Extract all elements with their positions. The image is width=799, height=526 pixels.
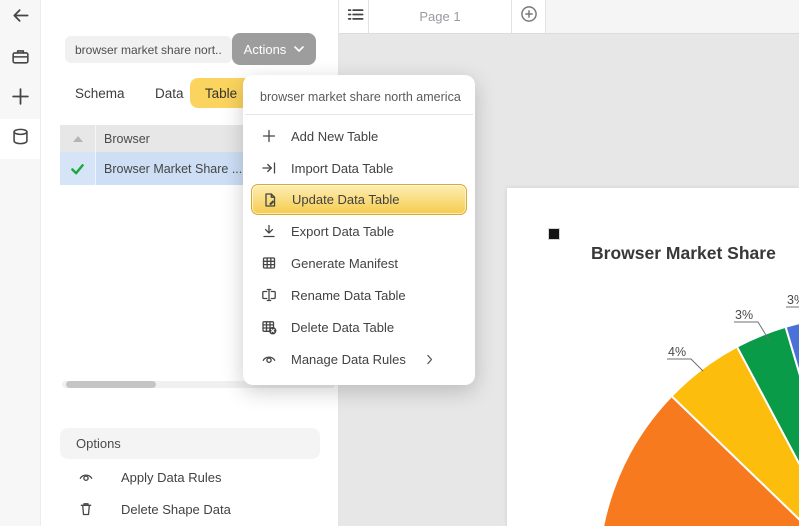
back-arrow-icon [11,6,30,30]
plus-circle-icon [520,5,538,28]
option-delete-shape-data[interactable]: Delete Shape Data [60,494,320,524]
file-edit-icon [262,192,279,208]
toolbar-database-button[interactable] [0,119,40,159]
menu-item-label: Update Data Table [292,192,399,207]
table-delete-icon [261,319,278,335]
chevron-right-icon [423,353,436,366]
row-check-cell[interactable] [60,152,96,185]
label-leader-line [667,359,703,371]
slice-percentage-label: 3% [735,308,753,322]
menu-item-label: Rename Data Table [291,288,406,303]
chevron-down-icon [294,46,304,52]
page-tab-bar: Page 1 [338,0,799,34]
actions-button-label: Actions [244,42,287,57]
table-header-check-col[interactable] [60,125,96,152]
table-actions-menu: browser market share north america Add N… [243,75,475,385]
plus-icon [261,128,278,144]
menu-title: browser market share north america [243,75,475,114]
tab-data[interactable]: Data [155,86,184,101]
slice-percentage-label: 4% [668,345,686,359]
pie-chart[interactable]: 4% 3% 3% [507,188,799,526]
option-label: Delete Shape Data [121,502,231,517]
page-tab-label: Page 1 [419,9,460,24]
menu-item-label: Import Data Table [291,161,393,176]
rename-icon [261,287,278,303]
pages-list-icon [346,5,365,29]
add-page-button[interactable] [512,0,545,33]
slice-percentage-label: 3% [787,293,799,307]
menu-item-export-data-table[interactable]: Export Data Table [251,215,467,247]
trash-icon [78,501,95,517]
search-input[interactable] [65,36,232,63]
column-header-label: Browser [104,132,150,146]
option-label: Apply Data Rules [121,470,221,485]
check-icon [70,162,85,176]
pages-list-button[interactable] [342,4,368,30]
eye-icon [78,469,95,485]
menu-item-manage-data-rules[interactable]: Manage Data Rules [251,343,467,375]
options-header: Options [60,428,320,459]
menu-divider [245,114,473,115]
menu-item-rename-data-table[interactable]: Rename Data Table [251,279,467,311]
scrollbar-thumb[interactable] [66,381,156,388]
menu-item-label: Delete Data Table [291,320,394,335]
menu-item-label: Export Data Table [291,224,394,239]
menu-item-generate-manifest[interactable]: Generate Manifest [251,247,467,279]
toolbar-toolbox-button[interactable] [0,39,40,79]
actions-button[interactable]: Actions [232,33,316,65]
tab-schema[interactable]: Schema [75,86,125,101]
toolbar-back-arrow-button[interactable] [0,0,40,38]
database-icon [11,127,30,151]
menu-item-label: Generate Manifest [291,256,398,271]
toolbar-add-plus-button[interactable] [0,79,40,119]
left-toolbar [0,0,41,526]
toolbox-icon [11,47,30,71]
tab-table-label: Table [205,86,237,101]
menu-item-label: Add New Table [291,129,378,144]
table-grid-icon [261,255,278,271]
document-page[interactable]: Browser Market Share 4%3%3% [507,188,799,526]
import-icon [261,160,278,176]
page-bar-spacer [545,0,799,33]
option-apply-data-rules[interactable]: Apply Data Rules [60,462,320,492]
menu-item-delete-data-table[interactable]: Delete Data Table [251,311,467,343]
label-leader-line [786,307,799,321]
menu-item-import-data-table[interactable]: Import Data Table [251,152,467,184]
menu-item-label: Manage Data Rules [291,352,406,367]
page-tab[interactable]: Page 1 [368,0,512,33]
sort-up-icon [73,136,83,142]
menu-item-add-new-table[interactable]: Add New Table [251,120,467,152]
menu-item-update-data-table[interactable]: Update Data Table [251,184,467,215]
download-icon [261,223,278,239]
eye-icon [261,351,278,367]
add-plus-icon [11,87,30,111]
